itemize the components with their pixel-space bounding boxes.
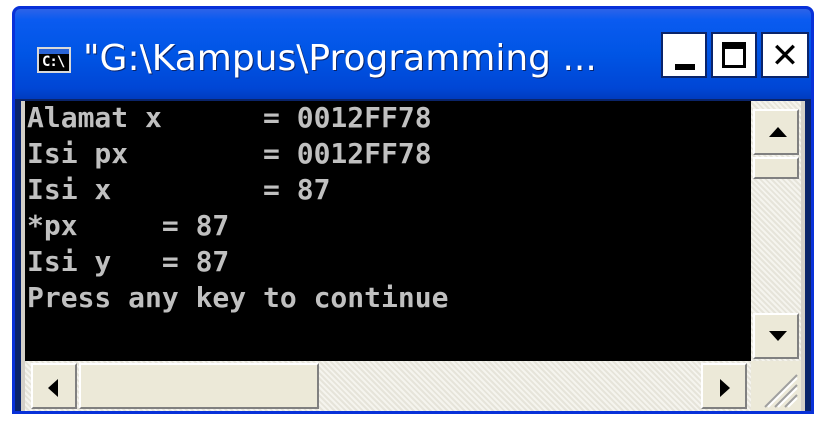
close-button[interactable]: ✕: [761, 32, 809, 78]
console-line: Isi y = 87: [27, 245, 230, 278]
console-icon[interactable]: C:\: [37, 47, 71, 73]
maximize-button[interactable]: [711, 32, 757, 78]
title-bar[interactable]: C:\ "G:\Kampus\Programming ... ✕: [15, 9, 811, 99]
client-area: Alamat x = 0012FF78 Isi px = 0012FF78 Is…: [21, 101, 805, 411]
console-window: C:\ "G:\Kampus\Programming ... ✕ Alamat …: [12, 6, 814, 414]
resize-grip-icon[interactable]: [751, 361, 801, 411]
scroll-right-button[interactable]: [701, 363, 747, 409]
vertical-scroll-thumb[interactable]: [753, 157, 799, 179]
scroll-left-button[interactable]: [31, 363, 77, 409]
console-output[interactable]: Alamat x = 0012FF78 Isi px = 0012FF78 Is…: [25, 101, 751, 361]
console-line: Alamat x = 0012FF78: [27, 101, 432, 134]
minimize-button[interactable]: [661, 32, 707, 78]
console-line: Isi x = 87: [27, 173, 331, 206]
horizontal-scroll-thumb[interactable]: [79, 363, 319, 409]
horizontal-scrollbar[interactable]: [25, 361, 751, 411]
console-line: Isi px = 0012FF78: [27, 137, 432, 170]
scroll-up-button[interactable]: [753, 109, 799, 155]
console-line: Press any key to continue: [27, 281, 449, 314]
close-icon: ✕: [770, 36, 800, 76]
window-title: "G:\Kampus\Programming ...: [83, 38, 597, 79]
vertical-scrollbar[interactable]: [751, 101, 801, 361]
console-line: *px = 87: [27, 209, 230, 242]
scroll-down-button[interactable]: [753, 313, 799, 359]
